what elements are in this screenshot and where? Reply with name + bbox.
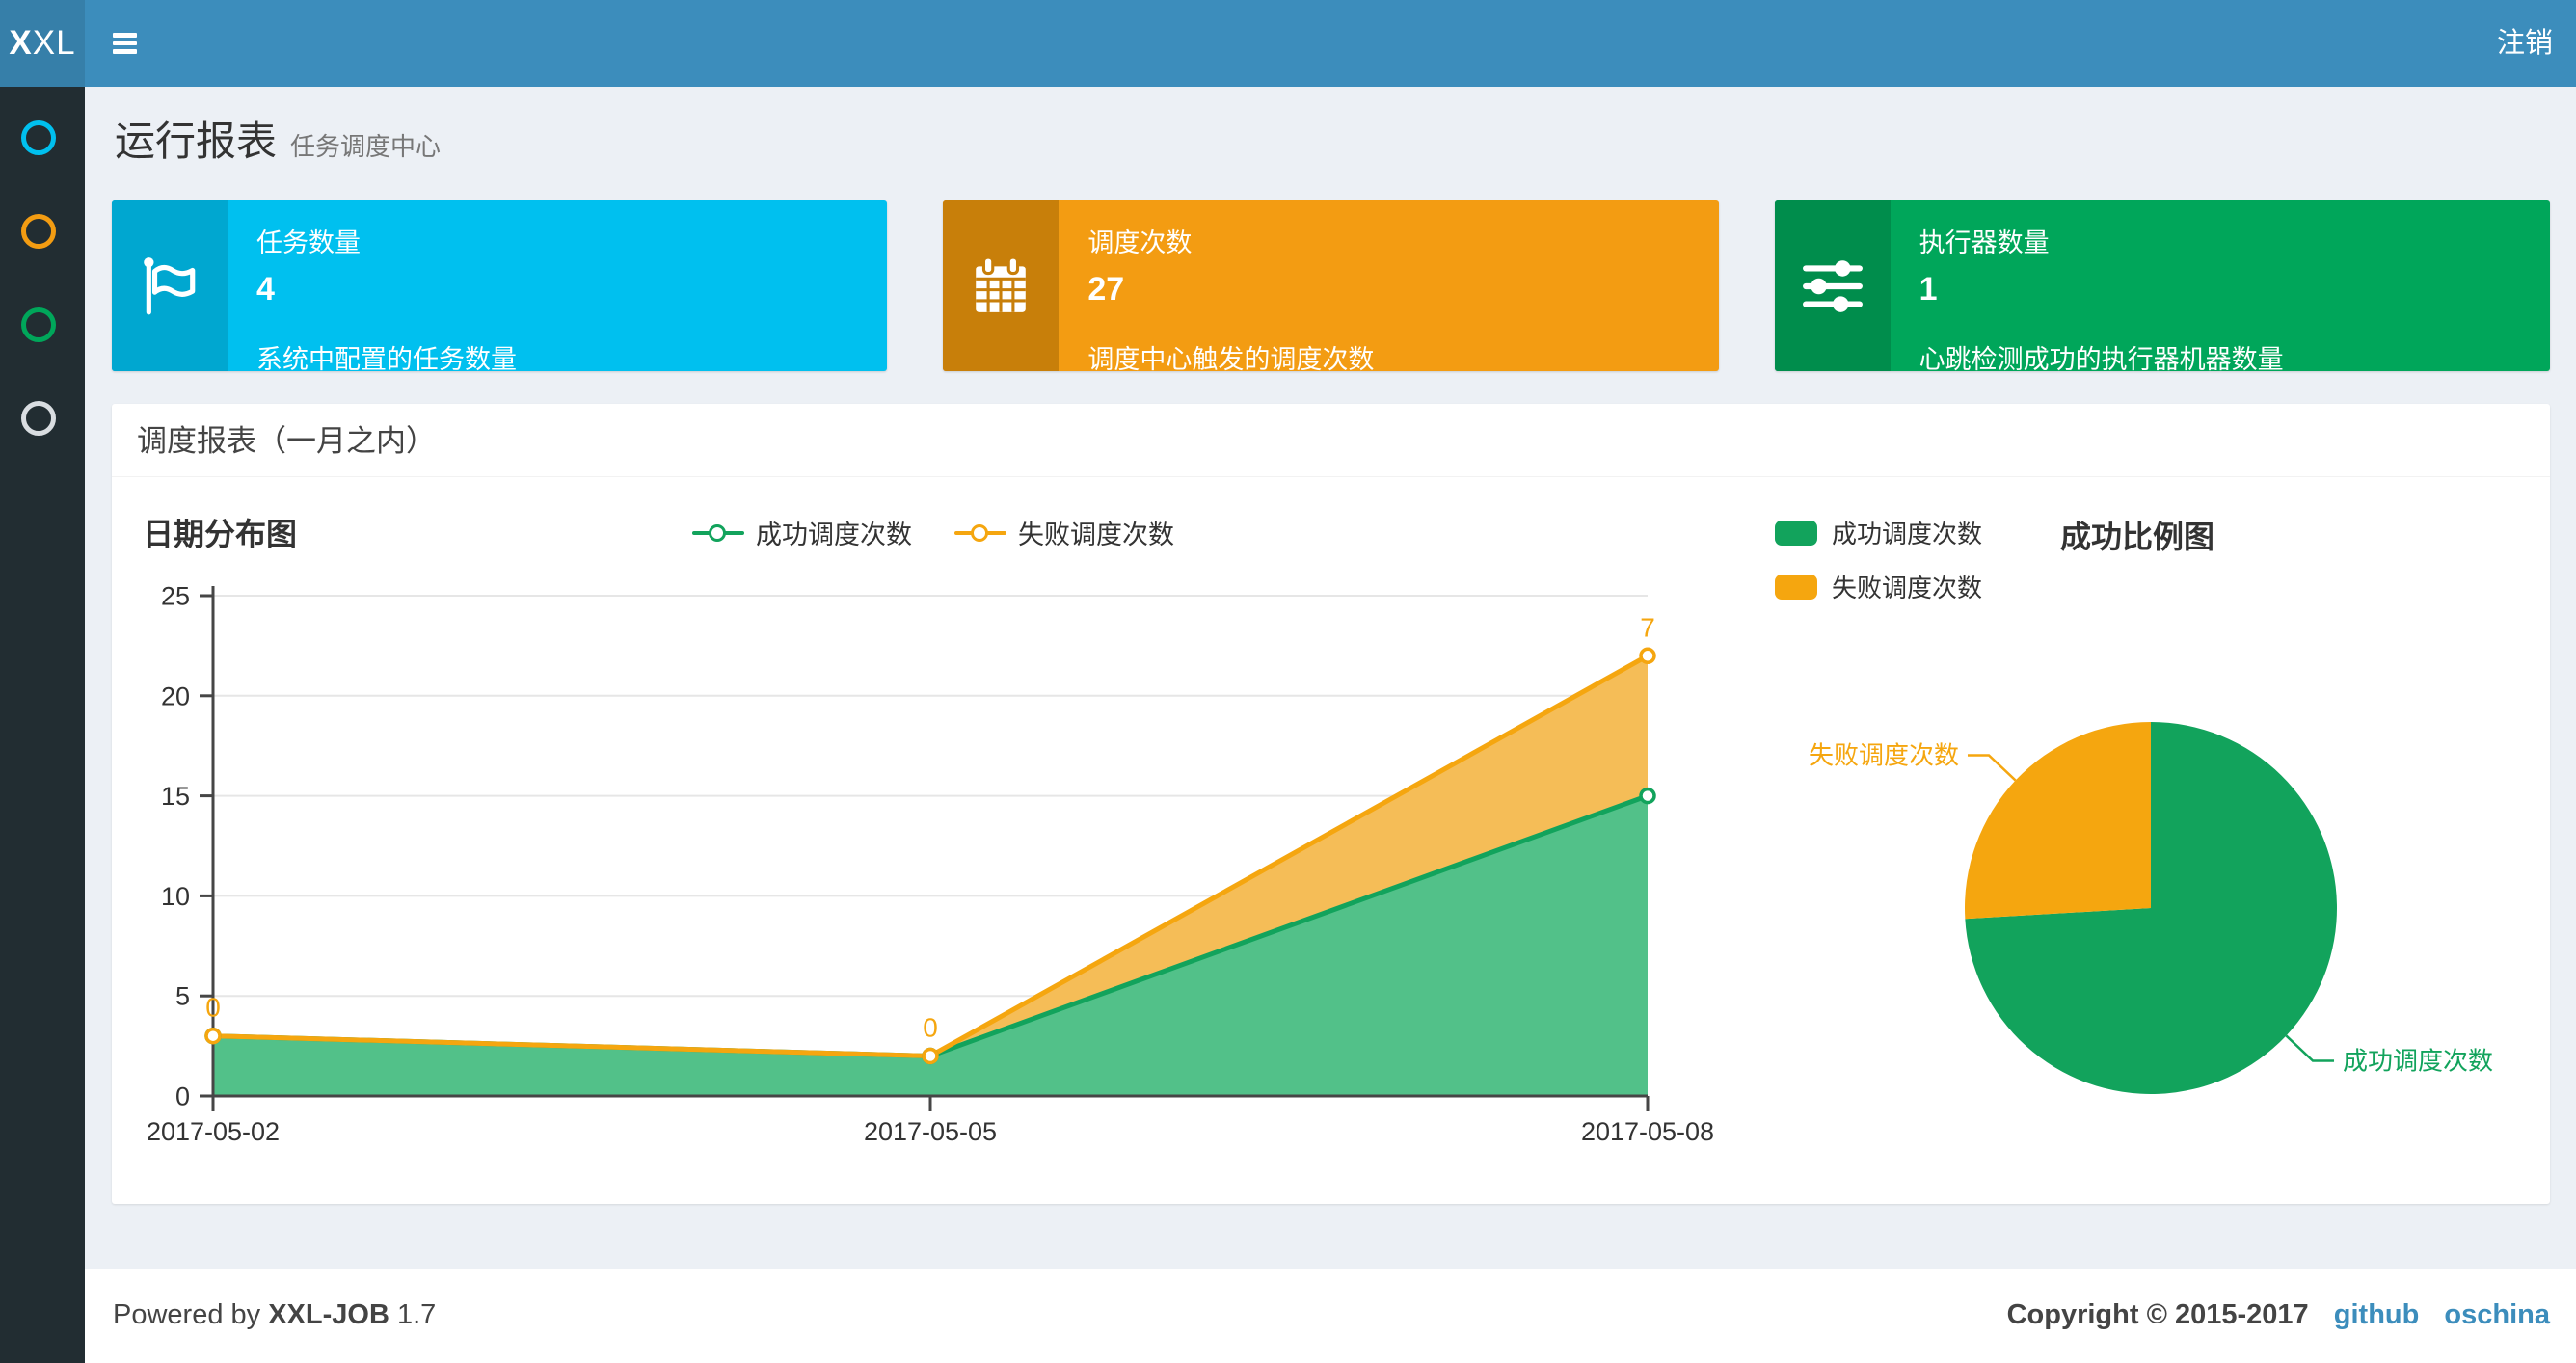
sidebar (0, 87, 85, 1363)
legend-swatch (1775, 520, 1817, 546)
success-ratio-pie-chart: 成功调度次数 失败调度次数 (1809, 722, 2493, 1094)
info-box-2: 执行器数量 1 心跳检测成功的执行器机器数量 (1774, 200, 2550, 371)
date-distribution-chart: 05101520252017-05-02 2017-05-05 2017-05-08… (147, 581, 1714, 1146)
legend-label: 成功调度次数 (1832, 520, 1983, 548)
sidebar-toggle-icon[interactable] (113, 33, 137, 54)
info-box-1: 调度次数 27 调度中心触发的调度次数 (943, 200, 1719, 371)
footer: Powered by XXL-JOB 1.7 Copyright © 2015-… (85, 1269, 2576, 1363)
svg-text:2017-05-08: 2017-05-08 (1581, 1117, 1714, 1146)
legend-line-marker (692, 523, 744, 543)
svg-text:0: 0 (923, 1012, 938, 1042)
info-box-title: 调度次数 (1087, 228, 1193, 257)
menu-job-manage[interactable] (21, 214, 56, 249)
info-box-0: 任务数量 4 系统中配置的任务数量 (112, 200, 888, 371)
info-box-title: 任务数量 (256, 228, 361, 257)
info-box-value: 4 (256, 271, 275, 307)
info-box-row: 任务数量 4 系统中配置的任务数量 调度次数 27 调度中心触发的调度次数 执行器数量 1 心跳… (112, 200, 2550, 371)
copyright-text: Copyright © 2015-2017 (2006, 1299, 2309, 1330)
svg-text:7: 7 (1640, 612, 1655, 642)
pie-chart-legend: 成功调度次数 失败调度次数 (1775, 515, 1982, 623)
info-box-title: 执行器数量 (1919, 228, 2050, 257)
pie-legend-item-失败调度次数[interactable]: 失败调度次数 (1775, 569, 1982, 604)
calendar-icon (976, 255, 1027, 312)
sliders-icon (1802, 259, 1863, 312)
info-box-description: 心跳检测成功的执行器机器数量 (1919, 345, 2284, 371)
top-navbar: X XL 注销 (0, 0, 2576, 87)
pie-legend-item-成功调度次数[interactable]: 成功调度次数 (1775, 515, 1982, 550)
page-title: 运行报表 任务调度中心 (115, 119, 442, 164)
legend-label: 成功调度次数 (756, 521, 912, 549)
menu-dispatch-log[interactable] (21, 307, 56, 342)
app-logo[interactable]: X XL (0, 0, 85, 87)
svg-text:10: 10 (161, 882, 190, 911)
svg-text:5: 5 (175, 982, 190, 1011)
info-box-description: 系统中配置的任务数量 (256, 345, 517, 371)
legend-item-成功调度次数[interactable]: 成功调度次数 (692, 514, 912, 551)
legend-label: 失败调度次数 (1018, 521, 1174, 549)
info-box-icon-area (943, 200, 1060, 371)
legend-swatch (1775, 574, 1817, 600)
powered-by-text: Powered by XXL-JOB 1.7 (113, 1299, 437, 1330)
github-link[interactable]: github (2334, 1299, 2420, 1330)
info-box-icon-area (112, 200, 228, 371)
svg-text:失败调度次数: 失败调度次数 (1809, 741, 1959, 770)
svg-text:2017-05-02: 2017-05-02 (147, 1117, 280, 1146)
report-panel: 调度报表（一月之内） 日期分布图 成功调度次数 失败调度次数 0 5 10 15 20 25… (112, 404, 2550, 1204)
svg-text:0: 0 (205, 993, 221, 1023)
flag-icon (144, 256, 196, 314)
legend-item-失败调度次数[interactable]: 失败调度次数 (954, 514, 1174, 551)
line-chart-legend: 成功调度次数 失败调度次数 (143, 514, 1724, 551)
svg-text:成功调度次数: 成功调度次数 (2343, 1047, 2493, 1076)
menu-run-report[interactable] (21, 120, 56, 155)
legend-label: 失败调度次数 (1832, 574, 1983, 602)
legend-line-marker (954, 523, 1006, 543)
main-area: 运行报表 任务调度中心 任务数量 4 系统中配置的任务数量 调度次数 27 调度中心触发的调… (85, 87, 2576, 1363)
svg-text:0: 0 (175, 1082, 190, 1110)
info-box-icon-area (1774, 200, 1891, 371)
svg-text:2017-05-05: 2017-05-05 (864, 1117, 997, 1146)
pie-chart-title: 成功比例图 (2060, 520, 2215, 554)
info-box-value: 1 (1919, 271, 1938, 307)
menu-executor-manage[interactable] (21, 401, 56, 436)
info-box-description: 调度中心触发的调度次数 (1087, 345, 1375, 371)
oschina-link[interactable]: oschina (2444, 1299, 2550, 1330)
info-box-value: 27 (1087, 271, 1125, 307)
svg-text:25: 25 (161, 581, 190, 610)
svg-text:15: 15 (161, 782, 190, 811)
page-subtitle: 任务调度中心 (290, 132, 442, 161)
svg-text:20: 20 (161, 682, 190, 710)
logout-button[interactable]: 注销 (2497, 0, 2553, 87)
panel-title: 调度报表（一月之内） (112, 404, 2550, 477)
